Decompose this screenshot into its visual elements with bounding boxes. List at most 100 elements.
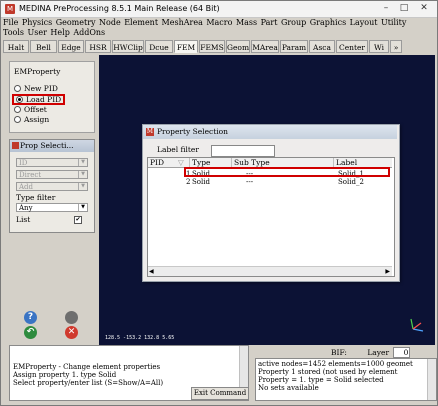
prop-selection-title: Prop Selecti...	[10, 140, 94, 152]
app-logo-icon: M	[5, 4, 15, 14]
radio-offset[interactable]: Offset	[14, 105, 47, 115]
id-combo[interactable]: ID ▼	[16, 158, 88, 167]
menu-item-tools[interactable]: Tools	[3, 28, 24, 37]
tab-hwclip[interactable]: HWClip	[112, 40, 144, 53]
menu-item-file[interactable]: File	[3, 18, 18, 27]
status-line: Property = 1. type = Solid selected	[258, 376, 384, 384]
maximize-icon[interactable]: □	[397, 3, 411, 14]
tab-wi[interactable]: Wi	[369, 40, 389, 53]
tab-overflow-icon[interactable]: »	[390, 40, 402, 53]
radio-button-icon[interactable]	[14, 105, 21, 113]
tab-hsr[interactable]: HSR	[85, 40, 111, 53]
direct-combo[interactable]: Direct ▼	[16, 170, 88, 179]
radio-button-icon[interactable]	[14, 84, 21, 92]
menu-item-macro[interactable]: Macro	[206, 18, 232, 27]
tab-fems[interactable]: FEMS	[199, 40, 225, 53]
cell-pid: 2	[186, 178, 191, 186]
chevron-down-icon[interactable]: ▼	[78, 183, 87, 190]
menu-item-group[interactable]: Group	[281, 18, 306, 27]
menu-item-mass[interactable]: Mass	[236, 18, 257, 27]
menu-item-element[interactable]: Element	[124, 18, 158, 27]
radio-button-selected-icon[interactable]	[16, 95, 23, 103]
selected-row-highlight	[184, 167, 390, 177]
bif-label: BIF:	[331, 348, 347, 357]
tab-geom[interactable]: Geom	[226, 40, 250, 53]
combo-value: Any	[19, 204, 33, 212]
command-prompt: Select property/enter list (S=Show/A=All…	[13, 379, 164, 387]
tab-edge[interactable]: Edge	[58, 40, 84, 53]
tab-bell[interactable]: Bell	[30, 40, 57, 53]
cell-subtype: ---	[246, 178, 254, 186]
menu-item-utility[interactable]: Utility	[381, 18, 406, 27]
status-log: active nodes=1452 elements=1000 geomet P…	[255, 358, 437, 401]
chevron-down-icon[interactable]: ▼	[78, 159, 87, 166]
emproperty-title: EMProperty	[14, 67, 61, 76]
help-icon[interactable]: ?	[24, 311, 37, 324]
menu-item-user[interactable]: User	[28, 28, 47, 37]
close-icon[interactable]: ✕	[417, 3, 431, 14]
command-line-2: Assign property 1. type Solid	[13, 371, 117, 379]
menu-item-layout[interactable]: Layout	[350, 18, 378, 27]
combo-value: Direct	[19, 171, 42, 179]
tab-center[interactable]: Center	[336, 40, 368, 53]
menu-item-mesharea[interactable]: MeshArea	[162, 18, 203, 27]
radio-label: Assign	[24, 115, 50, 124]
menu-item-physics[interactable]: Physics	[22, 18, 52, 27]
undo-icon[interactable]: ↶	[24, 326, 37, 339]
exit-command-button[interactable]: Exit Command	[191, 387, 249, 400]
tab-asca[interactable]: Asca	[309, 40, 335, 53]
sort-icon: ▽	[178, 158, 184, 167]
chevron-down-icon[interactable]: ▼	[78, 171, 87, 178]
menu-item-geometry[interactable]: Geometry	[56, 18, 96, 27]
dialog-title: Property Selection	[143, 125, 397, 139]
title-bar: M MEDINA PreProcessing 8.5.1 Main Releas…	[1, 1, 437, 18]
radio-label: Load PID	[26, 95, 62, 104]
add-combo[interactable]: Add ▼	[16, 182, 88, 191]
label-filter-input[interactable]	[211, 145, 275, 157]
list-checkbox[interactable]: ✔	[74, 216, 82, 224]
window-title: MEDINA PreProcessing 8.5.1 Main Release …	[19, 4, 220, 13]
radio-assign[interactable]: Assign	[14, 115, 49, 125]
label-filter-label: Label filter	[157, 145, 199, 154]
list-label: List	[16, 215, 31, 224]
menu-item-addons[interactable]: AddOns	[73, 28, 105, 37]
application-window: M MEDINA PreProcessing 8.5.1 Main Releas…	[0, 0, 438, 406]
record-icon[interactable]	[65, 311, 78, 324]
radio-new-pid[interactable]: New PID	[14, 84, 58, 94]
menu-item-part[interactable]: Part	[261, 18, 278, 27]
prop-panel-icon	[12, 142, 19, 149]
radio-label: New PID	[24, 84, 58, 93]
axis-triad-icon	[410, 318, 424, 332]
tab-dcue[interactable]: Dcue	[145, 40, 173, 53]
layer-label: Layer	[367, 348, 390, 357]
status-line: active nodes=1452 elements=1000 geomet	[258, 360, 413, 368]
menu-row-2: Tools User Help AddOns	[3, 28, 435, 38]
minimize-icon[interactable]: –	[379, 3, 393, 14]
cell-type: Solid	[192, 178, 210, 186]
chevron-down-icon[interactable]: ▼	[78, 204, 87, 211]
tab-marea[interactable]: MArea	[251, 40, 279, 53]
emproperty-panel: EMProperty New PID Load PID Offset Assig…	[9, 61, 95, 133]
menu-item-node[interactable]: Node	[99, 18, 121, 27]
combo-value: ID	[19, 159, 28, 167]
scroll-right-icon[interactable]: ▶	[385, 268, 390, 275]
menu-item-graphics[interactable]: Graphics	[310, 18, 346, 27]
radio-load-pid[interactable]: Load PID	[12, 94, 66, 105]
tab-param[interactable]: Param	[280, 40, 308, 53]
menu-item-help[interactable]: Help	[50, 28, 69, 37]
cancel-icon[interactable]: ✕	[65, 326, 78, 339]
status-scrollbar[interactable]	[427, 359, 436, 400]
horizontal-scrollbar[interactable]: ◀ ▶	[148, 266, 392, 276]
scroll-left-icon[interactable]: ◀	[149, 268, 154, 275]
toolbar-tabs: Halt Bell Edge HSR HWClip Dcue FEM FEMS Geom MAre…	[3, 40, 435, 54]
tab-halt[interactable]: Halt	[3, 40, 29, 53]
type-filter-combo[interactable]: Any ▼	[16, 203, 88, 212]
tab-fem[interactable]: FEM	[174, 40, 198, 53]
status-line: No sets available	[258, 384, 319, 392]
radio-label: Offset	[24, 105, 47, 114]
dialog-app-icon: M	[146, 128, 154, 136]
command-line-1: EMProperty - Change element properties	[13, 363, 161, 371]
radio-button-icon[interactable]	[14, 115, 21, 123]
menu-bar: File Physics Geometry Node Element MeshArea Ma…	[3, 18, 435, 38]
layer-value[interactable]: 0	[393, 347, 411, 358]
